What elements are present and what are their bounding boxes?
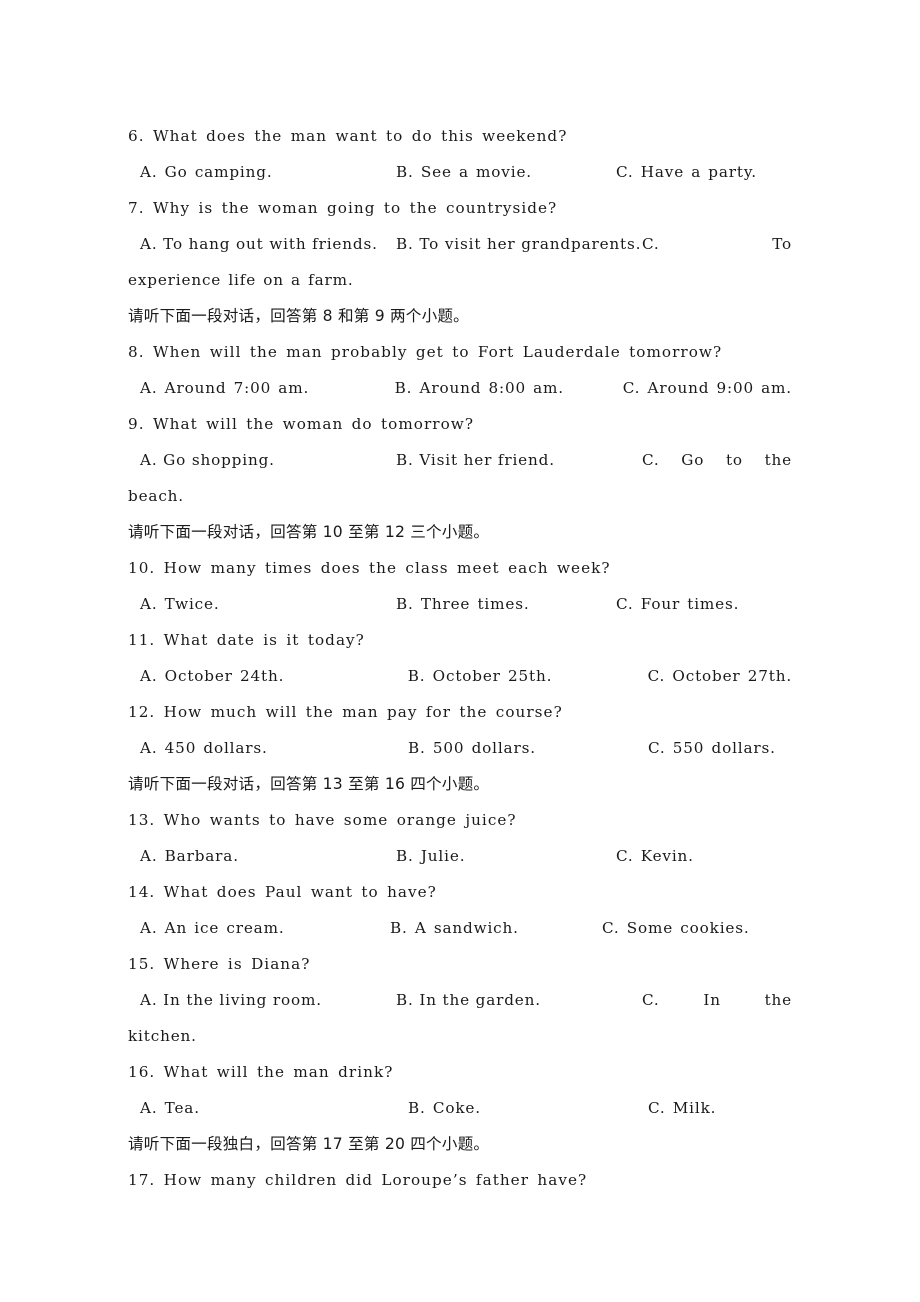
option-9-a[interactable]: A. Go shopping. xyxy=(128,442,396,478)
instruction-10-12: 请听下面一段对话，回答第 10 至第 12 三个小题。 xyxy=(128,523,490,541)
option-12-c[interactable]: C. 550 dollars. xyxy=(648,730,776,766)
option-9-c-word-3: the xyxy=(764,451,792,469)
option-12-b[interactable]: B. 500 dollars. xyxy=(408,730,648,766)
option-row-9: A. Go shopping. B. Visit her friend. C. … xyxy=(128,442,792,478)
option-15-c-word-1: In xyxy=(703,991,721,1009)
option-9-c[interactable]: C. Go to the xyxy=(616,442,792,478)
option-6-c[interactable]: C. Have a party. xyxy=(616,154,757,190)
option-14-c[interactable]: C. Some cookies. xyxy=(602,910,750,946)
option-row-8: A. Around 7:00 am. B. Around 8:00 am. C.… xyxy=(128,370,792,406)
option-15-b[interactable]: B. In the garden. xyxy=(396,982,616,1018)
option-15-c[interactable]: C. In the xyxy=(616,982,792,1018)
option-14-a[interactable]: A. An ice cream. xyxy=(128,910,390,946)
option-16-b[interactable]: B. Coke. xyxy=(408,1090,648,1126)
option-row-11: A. October 24th. B. October 25th. C. Oct… xyxy=(128,658,792,694)
option-15-c-continuation: kitchen. xyxy=(128,1027,197,1045)
option-10-c[interactable]: C. Four times. xyxy=(616,586,739,622)
question-stem-14: 14. What does Paul want to have? xyxy=(128,883,437,901)
option-6-a[interactable]: A. Go camping. xyxy=(128,154,396,190)
option-8-b[interactable]: B. Around 8:00 am. xyxy=(395,370,623,406)
option-7-a[interactable]: A. To hang out with friends. xyxy=(128,226,396,262)
option-8-a[interactable]: A. Around 7:00 am. xyxy=(128,370,395,406)
option-9-c-continuation: beach. xyxy=(128,487,184,505)
instruction-13-16: 请听下面一段对话，回答第 13 至第 16 四个小题。 xyxy=(128,775,490,793)
question-stem-9: 9. What will the woman do tomorrow? xyxy=(128,415,475,433)
option-10-a[interactable]: A. Twice. xyxy=(128,586,396,622)
option-7-c-continuation: experience life on a farm. xyxy=(128,271,354,289)
exam-page: 6. What does the man want to do this wee… xyxy=(0,0,920,1302)
option-15-c-word-2: the xyxy=(764,991,792,1009)
option-7-c-word-1: To xyxy=(772,235,792,253)
option-12-a[interactable]: A. 450 dollars. xyxy=(128,730,408,766)
option-13-b[interactable]: B. Julie. xyxy=(396,838,616,874)
option-11-b[interactable]: B. October 25th. xyxy=(408,658,648,694)
option-6-b[interactable]: B. See a movie. xyxy=(396,154,616,190)
question-stem-13: 13. Who wants to have some orange juice? xyxy=(128,811,517,829)
option-11-c[interactable]: C. October 27th. xyxy=(648,658,792,694)
option-13-a[interactable]: A. Barbara. xyxy=(128,838,396,874)
question-stem-15: 15. Where is Diana? xyxy=(128,955,311,973)
option-row-6: A. Go camping. B. See a movie. C. Have a… xyxy=(128,154,792,190)
option-11-a[interactable]: A. October 24th. xyxy=(128,658,408,694)
option-7-c[interactable]: C. To xyxy=(616,226,792,262)
option-row-16: A. Tea. B. Coke. C. Milk. xyxy=(128,1090,792,1126)
option-9-c-word-1: Go xyxy=(681,451,705,469)
option-15-a[interactable]: A. In the living room. xyxy=(128,982,396,1018)
option-row-10: A. Twice. B. Three times. C. Four times. xyxy=(128,586,792,622)
option-9-c-word-2: to xyxy=(725,451,743,469)
option-row-15: A. In the living room. B. In the garden.… xyxy=(128,982,792,1018)
option-14-b[interactable]: B. A sandwich. xyxy=(390,910,602,946)
option-row-12: A. 450 dollars. B. 500 dollars. C. 550 d… xyxy=(128,730,792,766)
option-8-c[interactable]: C. Around 9:00 am. xyxy=(623,370,792,406)
option-7-c-marker: C. xyxy=(642,235,660,253)
question-stem-10: 10. How many times does the class meet e… xyxy=(128,559,611,577)
option-10-b[interactable]: B. Three times. xyxy=(396,586,616,622)
question-stem-17: 17. How many children did Loroupe’s fath… xyxy=(128,1171,588,1189)
option-row-7: A. To hang out with friends. B. To visit… xyxy=(128,226,792,262)
question-stem-11: 11. What date is it today? xyxy=(128,631,365,649)
option-16-c[interactable]: C. Milk. xyxy=(648,1090,716,1126)
instruction-17-20: 请听下面一段独白，回答第 17 至第 20 四个小题。 xyxy=(128,1135,490,1153)
option-9-b[interactable]: B. Visit her friend. xyxy=(396,442,616,478)
option-7-b[interactable]: B. To visit her grandparents. xyxy=(396,226,640,262)
option-16-a[interactable]: A. Tea. xyxy=(128,1090,408,1126)
question-stem-7: 7. Why is the woman going to the country… xyxy=(128,199,558,217)
question-stem-8: 8. When will the man probably get to For… xyxy=(128,343,723,361)
option-9-c-marker: C. xyxy=(642,451,660,469)
option-15-c-marker: C. xyxy=(642,991,660,1009)
instruction-8-9: 请听下面一段对话，回答第 8 和第 9 两个小题。 xyxy=(128,307,469,325)
question-stem-6: 6. What does the man want to do this wee… xyxy=(128,127,568,145)
question-stem-12: 12. How much will the man pay for the co… xyxy=(128,703,563,721)
exam-content-column: 6. What does the man want to do this wee… xyxy=(128,118,792,1198)
option-row-13: A. Barbara. B. Julie. C. Kevin. xyxy=(128,838,792,874)
option-13-c[interactable]: C. Kevin. xyxy=(616,838,694,874)
option-row-14: A. An ice cream. B. A sandwich. C. Some … xyxy=(128,910,792,946)
question-stem-16: 16. What will the man drink? xyxy=(128,1063,394,1081)
